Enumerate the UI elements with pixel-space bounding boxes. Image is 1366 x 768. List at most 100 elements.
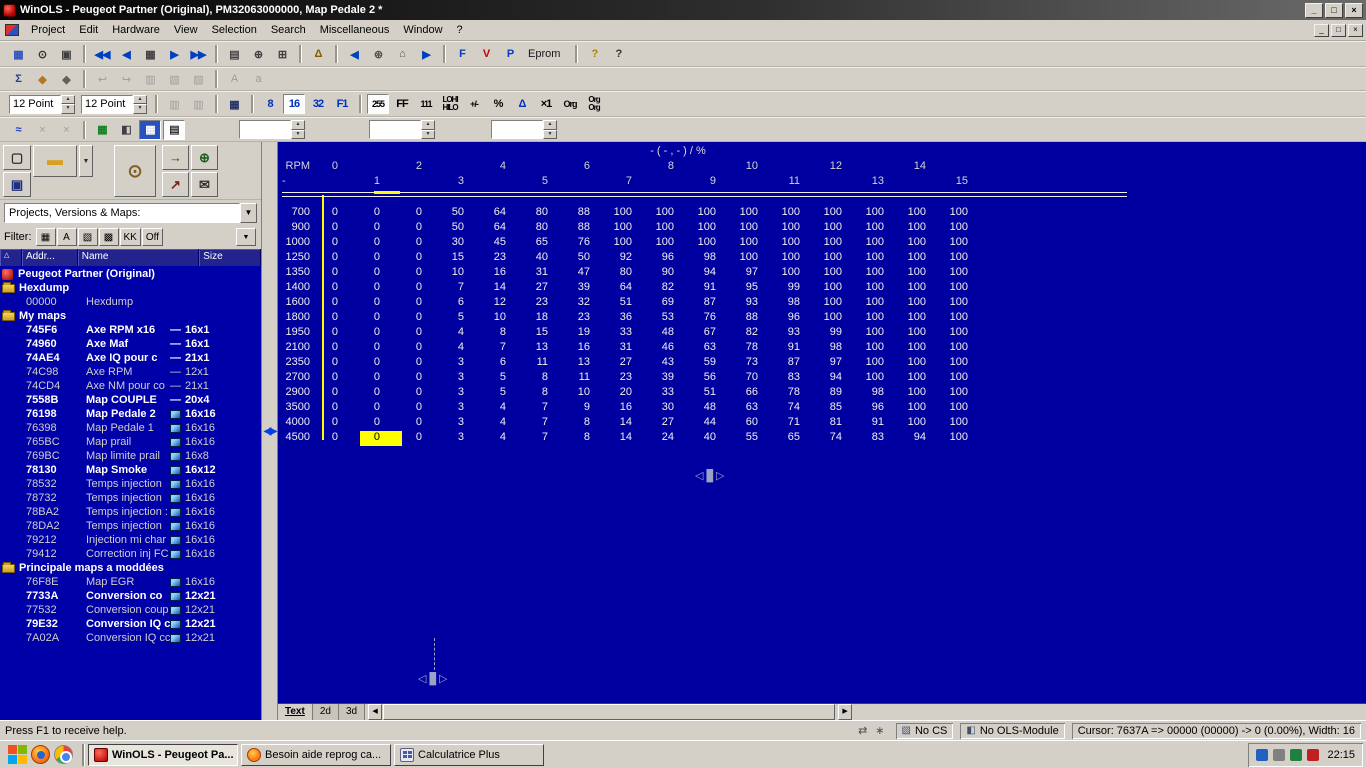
map-cell[interactable]: 100 xyxy=(864,221,906,236)
firefox-icon[interactable] xyxy=(31,745,50,764)
tree-map-row[interactable]: 00000 Hexdump xyxy=(0,295,261,309)
map-cell[interactable]: 0 xyxy=(360,386,402,401)
tree-header-col-2[interactable]: Name xyxy=(78,249,200,266)
curve-2d-icon[interactable]: ≈ xyxy=(7,120,29,140)
export-mail-button[interactable]: ✉ xyxy=(191,172,218,197)
filter-kk-button[interactable]: KK xyxy=(119,228,141,246)
tab-text[interactable]: Text xyxy=(278,704,313,720)
map-cell[interactable]: 0 xyxy=(360,401,402,416)
map-cell[interactable]: 27 xyxy=(654,416,696,431)
map-cell[interactable]: 100 xyxy=(906,326,948,341)
map-cell[interactable]: 0 xyxy=(402,311,444,326)
map-cell[interactable]: 100 xyxy=(822,281,864,296)
map-cell[interactable]: 100 xyxy=(948,356,990,371)
tray-volume-icon[interactable] xyxy=(1273,748,1286,761)
spin-down-icon[interactable]: ▼ xyxy=(421,129,435,139)
map-cell[interactable]: 63 xyxy=(696,341,738,356)
map-cell[interactable]: 0 xyxy=(318,401,360,416)
spin-up-icon[interactable]: ▲ xyxy=(291,120,305,130)
map-cell[interactable]: 3 xyxy=(444,386,486,401)
map-cell[interactable]: 4 xyxy=(444,326,486,341)
map-cell[interactable]: 3 xyxy=(444,431,486,446)
map-cell[interactable]: 100 xyxy=(612,236,654,251)
width-32-icon[interactable]: 32 xyxy=(307,94,329,114)
map-cell[interactable]: 0 xyxy=(318,386,360,401)
filter-columns-button[interactable]: ▦ xyxy=(35,228,56,246)
map-cell[interactable]: 100 xyxy=(906,206,948,221)
map-cell[interactable]: 27 xyxy=(612,356,654,371)
map-cell[interactable]: 32 xyxy=(570,296,612,311)
map-cell[interactable]: 100 xyxy=(864,236,906,251)
map-cell[interactable]: 0 xyxy=(360,356,402,371)
map-cell[interactable]: 100 xyxy=(948,296,990,311)
map-cell[interactable]: 97 xyxy=(738,266,780,281)
map-cell[interactable]: 0 xyxy=(360,296,402,311)
map-cell[interactable]: 100 xyxy=(696,221,738,236)
panel-splitter[interactable]: ◀▶ xyxy=(262,142,278,720)
map-cell[interactable]: 89 xyxy=(822,386,864,401)
spin-up-icon[interactable]: ▲ xyxy=(543,120,557,130)
zoom-selection-icon[interactable]: ⊞ xyxy=(271,44,293,64)
map-cell[interactable]: 0 xyxy=(402,341,444,356)
menu-item-miscellaneous[interactable]: Miscellaneous xyxy=(313,22,397,38)
menu-item-view[interactable]: View xyxy=(167,22,205,38)
map-cell[interactable]: 100 xyxy=(738,206,780,221)
menu-item-project[interactable]: Project xyxy=(24,22,72,38)
map-cell[interactable]: 3 xyxy=(444,401,486,416)
filter-dropdown-icon[interactable]: ▼ xyxy=(236,228,256,246)
spin-up-icon[interactable]: ▲ xyxy=(61,94,75,104)
map-cell[interactable]: 97 xyxy=(822,356,864,371)
map-cell[interactable]: 82 xyxy=(738,326,780,341)
scroll-left-icon[interactable]: ◀ xyxy=(368,704,383,720)
map-cell[interactable]: 14 xyxy=(612,431,654,446)
next-version-icon[interactable]: ▶ xyxy=(163,44,185,64)
map-cell[interactable]: 14 xyxy=(486,281,528,296)
map-cell[interactable]: 98 xyxy=(864,386,906,401)
map-cell[interactable]: 0 xyxy=(318,251,360,266)
map-cell[interactable]: 0 xyxy=(318,431,360,446)
map-cell[interactable]: 40 xyxy=(696,431,738,446)
map-cell[interactable]: 100 xyxy=(864,206,906,221)
map-cell[interactable]: 33 xyxy=(654,386,696,401)
tree-map-row[interactable]: 79E32 Conversion IQ cc 12x21 xyxy=(0,617,261,631)
tree-map-row[interactable]: 74CD4 Axe NM pour co — 21x1 xyxy=(0,379,261,393)
map-cell[interactable]: 27 xyxy=(528,281,570,296)
map-cell[interactable]: 4 xyxy=(486,416,528,431)
map-cell[interactable]: 100 xyxy=(948,281,990,296)
map-cell[interactable]: 100 xyxy=(738,251,780,266)
mdi-minimize-button[interactable]: _ xyxy=(1314,23,1329,37)
map-cell[interactable]: 100 xyxy=(780,251,822,266)
context-help-icon[interactable]: ? xyxy=(607,44,629,64)
map-cell[interactable]: 31 xyxy=(528,266,570,281)
mdi-restore-button[interactable]: □ xyxy=(1331,23,1346,37)
map-cell[interactable]: 76 xyxy=(570,236,612,251)
map-cell[interactable]: 0 xyxy=(318,236,360,251)
font-size-spinner-1[interactable]: 12 Point ▲ ▼ xyxy=(9,94,75,114)
map-cell[interactable]: 71 xyxy=(780,416,822,431)
map-cell[interactable]: 74 xyxy=(780,401,822,416)
map-cell[interactable]: 5 xyxy=(486,371,528,386)
map-cell[interactable]: 100 xyxy=(822,296,864,311)
map-cell[interactable]: 92 xyxy=(612,251,654,266)
map-cell[interactable]: 23 xyxy=(528,296,570,311)
map-cell[interactable]: 30 xyxy=(444,236,486,251)
compare-versions-icon[interactable]: Δ xyxy=(307,44,329,64)
map-cell[interactable]: 6 xyxy=(444,296,486,311)
version-list-icon[interactable]: ▦ xyxy=(139,44,161,64)
map-cell[interactable]: 100 xyxy=(780,266,822,281)
menu-item-search[interactable]: Search xyxy=(264,22,313,38)
map-insert-icon[interactable]: ◧ xyxy=(115,120,137,140)
zoom-in-icon[interactable]: ⊕ xyxy=(247,44,269,64)
display-111-icon[interactable]: 111 xyxy=(415,94,437,114)
map-cell[interactable]: 100 xyxy=(906,236,948,251)
lohi-hilo-icon[interactable]: LOHI HILO xyxy=(439,94,461,114)
map-cell[interactable]: 100 xyxy=(822,221,864,236)
export-file-button[interactable]: ↗ xyxy=(162,172,189,197)
map-cell[interactable]: 20 xyxy=(612,386,654,401)
map-cell[interactable]: 100 xyxy=(864,251,906,266)
map-cell[interactable]: 8 xyxy=(570,416,612,431)
map-list-icon[interactable]: ▦ xyxy=(91,120,113,140)
tab-3d[interactable]: 3d xyxy=(338,704,366,720)
map-cell[interactable]: 100 xyxy=(612,206,654,221)
map-cell[interactable]: 100 xyxy=(696,206,738,221)
